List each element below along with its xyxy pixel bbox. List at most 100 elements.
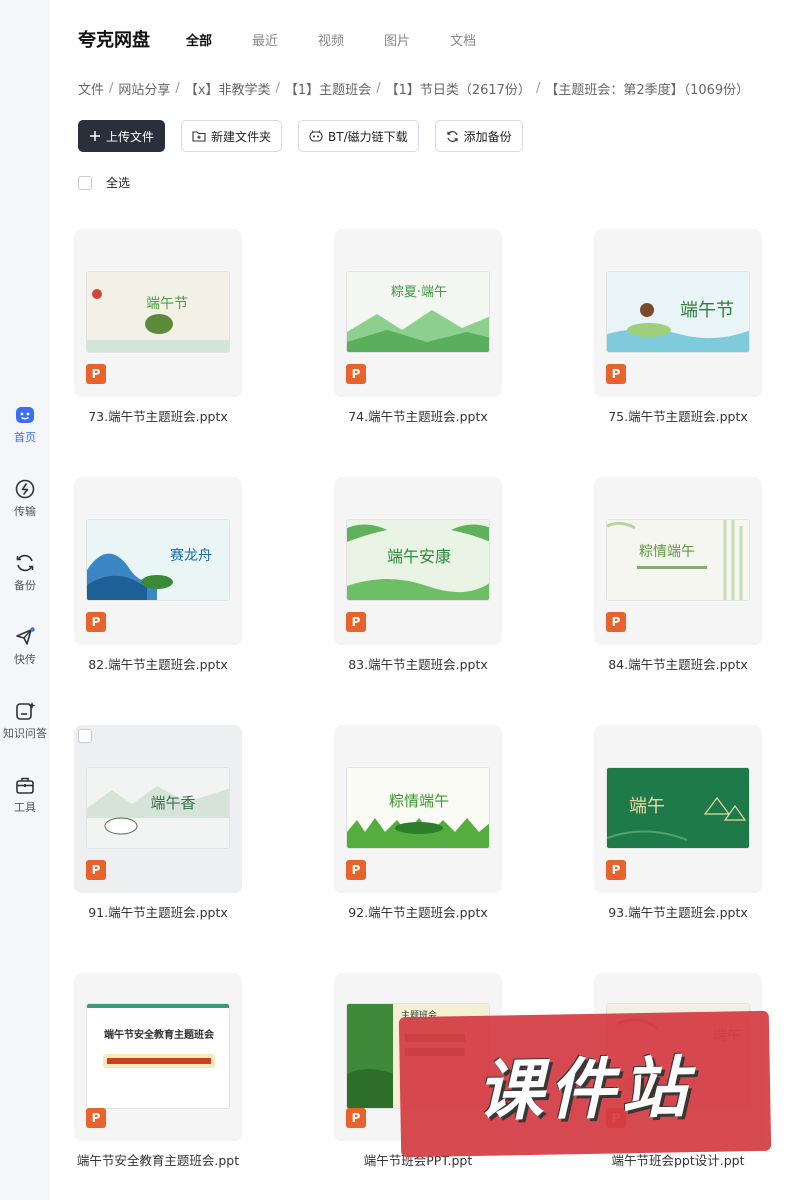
sidebar-item-tools[interactable]: 工具 xyxy=(0,774,50,815)
bt-download-button[interactable]: BT/磁力链下载 xyxy=(298,120,419,152)
file-item[interactable]: 粽情端午 P 84.端午节主题班会.pptx xyxy=(594,477,762,674)
slide-title: 端午节 xyxy=(146,296,188,312)
file-item[interactable]: 端午安康 P 83.端午节主题班会.pptx xyxy=(334,477,502,674)
slide-title: 粽情端午 xyxy=(389,792,449,810)
file-name[interactable]: 93.端午节主题班会.pptx xyxy=(594,903,762,922)
breadcrumb-item[interactable]: 文件 xyxy=(78,79,104,98)
slide-preview: 端午节 xyxy=(87,272,229,352)
file-name[interactable]: 73.端午节主题班会.pptx xyxy=(74,407,242,426)
file-thumbnail: 粽夏·端午 xyxy=(346,271,490,353)
sidebar-item-label: 快传 xyxy=(14,653,36,666)
plus-icon xyxy=(90,131,100,141)
file-item[interactable]: 赛龙舟 P 82.端午节主题班会.pptx xyxy=(74,477,242,674)
file-card[interactable]: 端午节安全教育主题班会 P xyxy=(74,973,242,1141)
tools-icon xyxy=(14,774,36,796)
new-folder-button[interactable]: 新建文件夹 xyxy=(181,120,283,152)
file-name[interactable]: 83.端午节主题班会.pptx xyxy=(334,655,502,674)
app-brand: 夸克网盘 xyxy=(78,30,150,51)
pptx-file-icon: P xyxy=(86,612,106,632)
slide-title: 粽情端午 xyxy=(639,544,695,560)
sidebar-item-label: 工具 xyxy=(14,801,36,814)
file-name[interactable]: 84.端午节主题班会.pptx xyxy=(594,655,762,674)
sidebar-item-label: 首页 xyxy=(14,431,36,444)
file-item[interactable]: 端午香 P 91.端午节主题班会.pptx xyxy=(74,725,242,922)
bt-icon xyxy=(309,130,323,142)
tab-all[interactable]: 全部 xyxy=(186,30,212,49)
file-thumbnail: 端午香 xyxy=(86,767,230,849)
breadcrumb-item[interactable]: 【主题班会：第2季度】（1069份） xyxy=(545,79,749,98)
file-card[interactable]: 端午香 P xyxy=(74,725,242,893)
breadcrumb-item[interactable]: 【1】节日类（2617份） xyxy=(386,79,531,98)
file-thumbnail: 赛龙舟 xyxy=(86,519,230,601)
file-card[interactable]: 端午 P xyxy=(594,725,762,893)
breadcrumb-separator: / xyxy=(275,80,280,96)
pptx-file-icon: P xyxy=(346,612,366,632)
sidebar-item-quick-transfer[interactable]: 快传 xyxy=(0,626,50,667)
file-card[interactable]: 赛龙舟 P xyxy=(74,477,242,645)
file-name[interactable]: 92.端午节主题班会.pptx xyxy=(334,903,502,922)
tab-documents[interactable]: 文档 xyxy=(450,30,476,49)
pptx-file-icon: P xyxy=(346,860,366,880)
file-card[interactable]: 端午节 P xyxy=(594,229,762,397)
file-item[interactable]: 端午节 P 75.端午节主题班会.pptx xyxy=(594,229,762,426)
sidebar: 首页 传输 备份 快传 知识问答 工具 xyxy=(0,0,50,1200)
tab-images[interactable]: 图片 xyxy=(384,30,410,49)
add-backup-button[interactable]: 添加备份 xyxy=(434,120,523,152)
tab-recent[interactable]: 最近 xyxy=(252,30,278,49)
sidebar-item-backup[interactable]: 备份 xyxy=(0,552,50,593)
file-card[interactable]: 粽情端午 P xyxy=(594,477,762,645)
file-item[interactable]: 粽情端午 P 92.端午节主题班会.pptx xyxy=(334,725,502,922)
file-card[interactable]: 端午节 P xyxy=(74,229,242,397)
pptx-file-icon: P xyxy=(606,860,626,880)
file-select-checkbox[interactable] xyxy=(78,729,92,743)
file-name[interactable]: 82.端午节主题班会.pptx xyxy=(74,655,242,674)
pptx-file-icon: P xyxy=(346,364,366,384)
toolbar: 上传文件 新建文件夹 BT/磁力链下载 添加备份 xyxy=(78,120,539,152)
file-item[interactable]: 端午 P 93.端午节主题班会.pptx xyxy=(594,725,762,922)
file-item[interactable]: 粽夏·端午 P 74.端午节主题班会.pptx xyxy=(334,229,502,426)
slide-preview: 粽情端午 xyxy=(347,768,489,848)
file-thumbnail: 粽情端午 xyxy=(606,519,750,601)
file-thumbnail: 端午节安全教育主题班会 xyxy=(86,1003,230,1109)
file-name[interactable]: 端午节班会ppt设计.ppt xyxy=(594,1151,762,1170)
pptx-file-icon: P xyxy=(606,612,626,632)
file-thumbnail: 粽情端午 xyxy=(346,767,490,849)
slide-preview: 端午 xyxy=(607,768,749,848)
breadcrumb-separator: / xyxy=(109,80,114,96)
breadcrumb-item[interactable]: 网站分享 xyxy=(118,79,170,98)
file-name[interactable]: 91.端午节主题班会.pptx xyxy=(74,903,242,922)
knowledge-qa-icon xyxy=(14,700,36,722)
slide-preview: 粽夏·端午 xyxy=(347,272,489,352)
add-backup-button-label: 添加备份 xyxy=(463,129,512,144)
file-card[interactable]: 端午安康 P xyxy=(334,477,502,645)
file-item[interactable]: 端午节 P 73.端午节主题班会.pptx xyxy=(74,229,242,426)
file-name[interactable]: 端午节安全教育主题班会.ppt xyxy=(74,1151,242,1170)
breadcrumb-item[interactable]: 【1】主题班会 xyxy=(285,79,371,98)
upload-button[interactable]: 上传文件 xyxy=(78,120,166,152)
watermark-text: 课件站 xyxy=(476,1049,694,1130)
new-folder-button-label: 新建文件夹 xyxy=(211,129,272,144)
sidebar-item-home[interactable]: 首页 xyxy=(0,404,50,445)
file-name[interactable]: 75.端午节主题班会.pptx xyxy=(594,407,762,426)
slide-preview: 端午节安全教育主题班会 xyxy=(87,1004,229,1108)
watermark-stamp: 课件站 xyxy=(398,1010,772,1158)
file-card[interactable]: 粽夏·端午 P xyxy=(334,229,502,397)
select-all-checkbox[interactable] xyxy=(78,175,92,190)
sidebar-item-transfer[interactable]: 传输 xyxy=(0,478,50,519)
breadcrumb: 文件 / 网站分享 / 【x】非教学类 / 【1】主题班会 / 【1】节日类（2… xyxy=(78,78,749,98)
breadcrumb-separator: / xyxy=(175,80,180,96)
upload-button-label: 上传文件 xyxy=(106,129,155,144)
file-card[interactable]: 粽情端午 P xyxy=(334,725,502,893)
slide-title: 粽夏·端午 xyxy=(391,285,447,300)
file-item[interactable]: 端午节安全教育主题班会 P 端午节安全教育主题班会.ppt xyxy=(74,973,242,1170)
breadcrumb-item[interactable]: 【x】非教学类 xyxy=(185,79,271,98)
sidebar-item-knowledge-qa[interactable]: 知识问答 xyxy=(0,700,50,741)
transfer-icon xyxy=(14,478,36,500)
slide-title: 端午节 xyxy=(680,300,734,321)
pptx-file-icon: P xyxy=(86,364,106,384)
file-thumbnail: 端午节 xyxy=(606,271,750,353)
bt-download-button-label: BT/磁力链下载 xyxy=(328,129,408,144)
file-name[interactable]: 74.端午节主题班会.pptx xyxy=(334,407,502,426)
tab-video[interactable]: 视频 xyxy=(318,30,344,49)
select-all[interactable]: 全选 xyxy=(78,174,130,191)
